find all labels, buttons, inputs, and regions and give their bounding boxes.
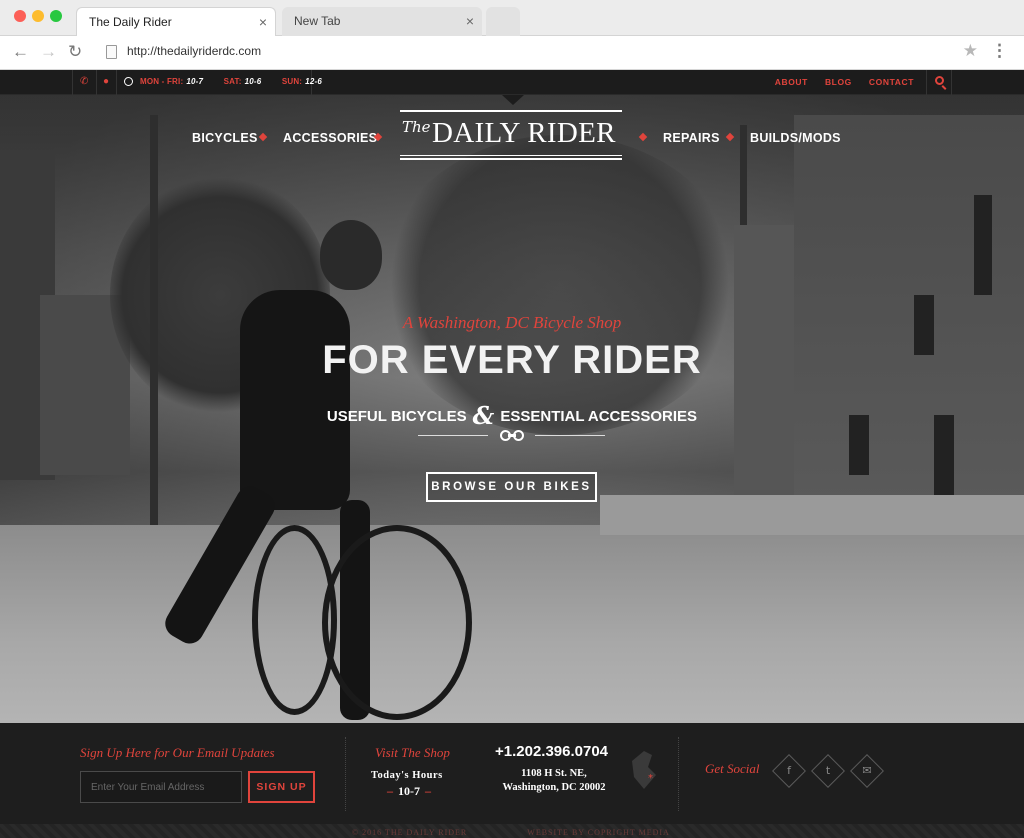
footer-separator (678, 737, 679, 811)
shop-address: 1108 H St. NE, Washington, DC 20002 (498, 767, 610, 795)
forward-arrow-icon[interactable]: → (40, 42, 57, 62)
dc-map-icon: * (632, 751, 656, 789)
hero-subline: USEFUL BICYCLES & ESSENTIAL ACCESSORIES (0, 398, 1024, 430)
browser-chrome: The Daily Rider × New Tab × ← → ↻ http:/… (0, 0, 1024, 70)
subline-ampersand: & (472, 401, 495, 430)
store-hours: MON - FRI: 10-7 SAT: 10-6 SUN: 12-6 (140, 77, 340, 86)
top-links: ABOUT BLOG CONTACT (761, 77, 914, 87)
phone-number[interactable]: +1.202.396.0704 (495, 743, 608, 760)
url-input[interactable]: http://thedailyriderdc.com (127, 44, 261, 58)
twitter-icon: t (825, 764, 831, 777)
window (974, 195, 992, 295)
bookmark-star-icon[interactable]: ★ (963, 41, 978, 61)
nav-accessories[interactable]: ACCESSORIES (283, 131, 377, 145)
phone-icon: ✆ (80, 76, 89, 87)
email-button[interactable]: ✉ (850, 754, 884, 788)
search-button[interactable] (926, 70, 952, 95)
nav-bicycles[interactable]: BICYCLES (192, 131, 258, 145)
logo-name: DAILY RIDER (432, 117, 616, 149)
topbar-notch (502, 95, 524, 105)
nav-repairs[interactable]: REPAIRS (663, 131, 720, 145)
credit-link[interactable]: WEBSITE BY COPRIGHT MEDIA (527, 828, 670, 837)
hours-weekday: MON - FRI: 10-7 (140, 77, 204, 86)
reload-icon[interactable]: ↻ (68, 42, 82, 62)
svg-text:*: * (648, 773, 653, 784)
street (0, 525, 1024, 723)
address-line: Washington, DC 20002 (502, 782, 606, 793)
phone-button[interactable]: ✆ (72, 70, 96, 95)
browse-bikes-button[interactable]: BROWSE OUR BIKES (426, 472, 597, 502)
footer: Sign Up Here for Our Email Updates SIGN … (0, 723, 1024, 824)
tab-bar: The Daily Rider × New Tab × (0, 0, 1024, 36)
nav-builds-mods[interactable]: BUILDS/MODS (750, 131, 841, 145)
maximize-window-button[interactable] (50, 10, 62, 22)
back-arrow-icon[interactable]: ← (12, 42, 29, 62)
todays-hours-value: –10-7– (387, 784, 431, 798)
search-icon (935, 76, 944, 85)
tree (380, 135, 740, 435)
page-icon (106, 45, 117, 59)
signup-button[interactable]: SIGN UP (248, 771, 315, 803)
twitter-button[interactable]: t (811, 754, 845, 788)
tab-daily-rider[interactable]: The Daily Rider × (76, 7, 276, 36)
sidewalk (600, 495, 1024, 535)
divider-left (418, 435, 488, 436)
new-tab-button[interactable] (486, 7, 520, 36)
menu-kebab-icon[interactable]: ⋮ (991, 41, 1008, 61)
todays-hours-label: Today's Hours (371, 770, 443, 781)
map-button[interactable]: ● (96, 70, 116, 95)
divider-right (535, 435, 605, 436)
email-input[interactable] (80, 771, 242, 803)
facebook-icon: f (787, 764, 791, 777)
chain-link-icon (500, 430, 524, 441)
hours-sunday: SUN: 12-6 (281, 77, 322, 86)
close-window-button[interactable] (14, 10, 26, 22)
visit-shop-title: Visit The Shop (375, 745, 450, 760)
top-utility-bar: ✆ ● MON - FRI: 10-7 SAT: 10-6 SUN: 12-6 ABO… (0, 70, 1024, 95)
tab-new-tab[interactable]: New Tab × (282, 7, 482, 36)
cyclist-head (320, 220, 382, 290)
blog-link[interactable]: BLOG (825, 77, 852, 87)
footer-separator (345, 737, 346, 811)
email-icon: ✉ (862, 764, 872, 777)
map-pin-icon: ● (103, 76, 110, 87)
tab-close-icon[interactable]: × (466, 7, 474, 36)
tab-title: New Tab (294, 14, 341, 28)
address-bar: ← → ↻ http://thedailyriderdc.com ★ ⋮ (0, 36, 1024, 70)
tab-close-icon[interactable]: × (259, 8, 267, 37)
contact-link[interactable]: CONTACT (869, 77, 914, 87)
logo-the: The (402, 118, 431, 136)
copyright-text: © 2016 THE DAILY RIDER WEBSITE BY COPRIGH… (352, 828, 670, 837)
social-title: Get Social (705, 761, 760, 776)
about-link[interactable]: ABOUT (775, 77, 808, 87)
address-line: 1108 H St. NE, (521, 768, 587, 779)
hero-headline: FOR EVERY RIDER (322, 338, 702, 382)
signup-title: Sign Up Here for Our Email Updates (80, 745, 275, 760)
hours-saturday: SAT: 10-6 (223, 77, 262, 86)
clock-icon (124, 77, 133, 86)
hero-tagline: A Washington, DC Bicycle Shop (402, 313, 622, 332)
building (794, 115, 1024, 555)
subline-right: ESSENTIAL ACCESSORIES (500, 408, 698, 425)
window (934, 415, 954, 495)
site-logo[interactable]: The DAILY RIDER (400, 110, 622, 160)
facebook-button[interactable]: f (772, 754, 806, 788)
tab-title: The Daily Rider (89, 15, 172, 29)
chain-link-ring (513, 430, 524, 441)
subline-left: USEFUL BICYCLES (326, 408, 467, 425)
bicycle-front-wheel (322, 525, 472, 720)
website: ✆ ● MON - FRI: 10-7 SAT: 10-6 SUN: 12-6 ABO… (0, 70, 1024, 838)
minimize-window-button[interactable] (32, 10, 44, 22)
copyright-bar: © 2016 THE DAILY RIDER WEBSITE BY COPRIGH… (0, 824, 1024, 838)
